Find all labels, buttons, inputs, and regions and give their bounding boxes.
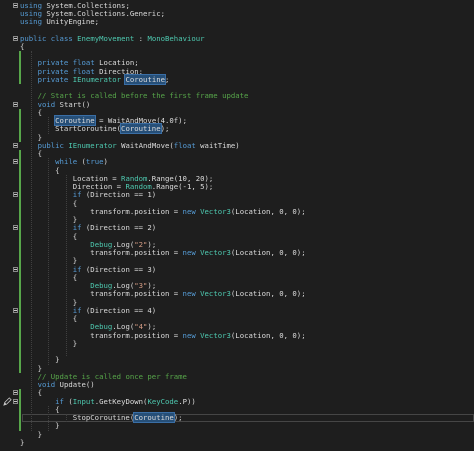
fold-icon[interactable] <box>13 159 18 165</box>
code-token: ) <box>103 157 108 167</box>
indent-guide <box>48 117 50 134</box>
code-token: Coroutine <box>133 412 175 423</box>
code-token: class <box>50 33 73 43</box>
code-token: (Direction == 4) <box>81 305 157 315</box>
code-line[interactable]: StartCoroutine(Coroutine); <box>20 123 170 135</box>
fold-icon[interactable] <box>13 101 18 107</box>
indent-guide <box>48 405 50 431</box>
code-token: new <box>182 330 196 340</box>
code-token: new <box>182 289 196 299</box>
code-token: Vector3 <box>200 206 231 216</box>
fold-marker[interactable] <box>0 35 18 43</box>
code-token: (Location, 0, 0); <box>230 289 306 299</box>
fold-icon[interactable] <box>13 35 18 41</box>
code-token: float <box>173 140 196 150</box>
code-token: private <box>37 74 69 84</box>
fold-icon[interactable] <box>13 266 18 272</box>
code-token: { <box>20 41 25 51</box>
fold-icon[interactable] <box>13 398 18 404</box>
code-token: Coroutine <box>124 73 167 85</box>
code-token: (Location, 0, 0); <box>230 330 306 340</box>
code-line[interactable]: private IEnumerator Coroutine; <box>20 73 170 85</box>
code-token: Update() <box>55 380 95 389</box>
code-token: (Direction == 3) <box>81 264 157 274</box>
code-line[interactable]: using UnityEngine; <box>20 17 100 26</box>
code-editor[interactable]: using System.Collections; using System.Co… <box>0 0 474 451</box>
code-token: (Location, 0, 0); <box>230 206 306 216</box>
code-token: true <box>85 157 104 167</box>
fold-icon[interactable] <box>13 390 18 396</box>
fold-gutter <box>0 0 21 451</box>
code-line[interactable]: { <box>20 41 25 51</box>
fold-marker[interactable] <box>0 142 18 150</box>
code-token: ( <box>77 157 86 167</box>
code-token: new <box>182 248 196 257</box>
indent-guide <box>48 158 50 365</box>
code-token: waitTime) <box>195 140 240 150</box>
indent-guide <box>30 51 32 431</box>
fold-icon[interactable] <box>13 2 18 8</box>
code-token: ; <box>165 74 170 84</box>
code-token: IEnumerator <box>68 140 117 150</box>
code-line[interactable]: public IEnumerator WaitAndMove(float wai… <box>20 140 240 150</box>
code-token: new <box>182 206 196 216</box>
code-token: ); <box>160 124 170 134</box>
code-token: ( <box>63 396 73 406</box>
code-line[interactable]: public class EnemyMovement : MonoBehavio… <box>20 33 205 43</box>
code-token: ); <box>173 413 183 422</box>
code-token: (Direction == 1) <box>81 190 157 200</box>
code-token: .Range(-1, 5); <box>151 182 214 191</box>
fold-marker[interactable] <box>0 101 18 109</box>
code-token: Input <box>72 396 95 406</box>
code-token: .GetKeyDown( <box>94 396 148 406</box>
code-token: WaitAndMove( <box>116 140 174 150</box>
fold-marker[interactable] <box>0 2 18 10</box>
code-line[interactable]: } <box>20 437 25 447</box>
code-token: (Location, 0, 0); <box>230 248 306 257</box>
indent-guide <box>65 414 67 423</box>
fold-marker[interactable] <box>0 307 18 315</box>
code-token: using <box>20 17 42 26</box>
fold-marker[interactable] <box>0 266 18 274</box>
code-token: } <box>20 437 25 447</box>
fold-marker[interactable] <box>0 224 18 232</box>
fold-marker[interactable] <box>0 191 18 199</box>
code-token: MonoBehaviour <box>147 33 205 43</box>
code-token: .P)) <box>178 396 196 406</box>
code-token: Vector3 <box>200 248 231 257</box>
fold-icon[interactable] <box>13 192 18 198</box>
code-token: IEnumerator <box>72 74 122 84</box>
code-token: Start() <box>55 99 91 109</box>
fold-marker[interactable] <box>0 158 18 166</box>
fold-icon[interactable] <box>13 225 18 231</box>
fold-icon[interactable] <box>13 142 18 148</box>
code-area[interactable]: using System.Collections; using System.Co… <box>20 0 474 451</box>
code-token: (Direction == 2) <box>81 223 157 233</box>
fold-icon[interactable] <box>13 307 18 313</box>
code-token: Vector3 <box>200 289 231 299</box>
code-token: EnemyMovement <box>77 33 135 43</box>
edit-pencil-icon <box>3 397 12 406</box>
code-token: Coroutine <box>120 123 162 135</box>
code-token: UnityEngine; <box>41 17 100 26</box>
code-token: KeyCode <box>147 396 179 406</box>
indent-guide <box>65 174 67 357</box>
code-token: : <box>134 33 148 43</box>
code-token: Vector3 <box>200 330 231 340</box>
